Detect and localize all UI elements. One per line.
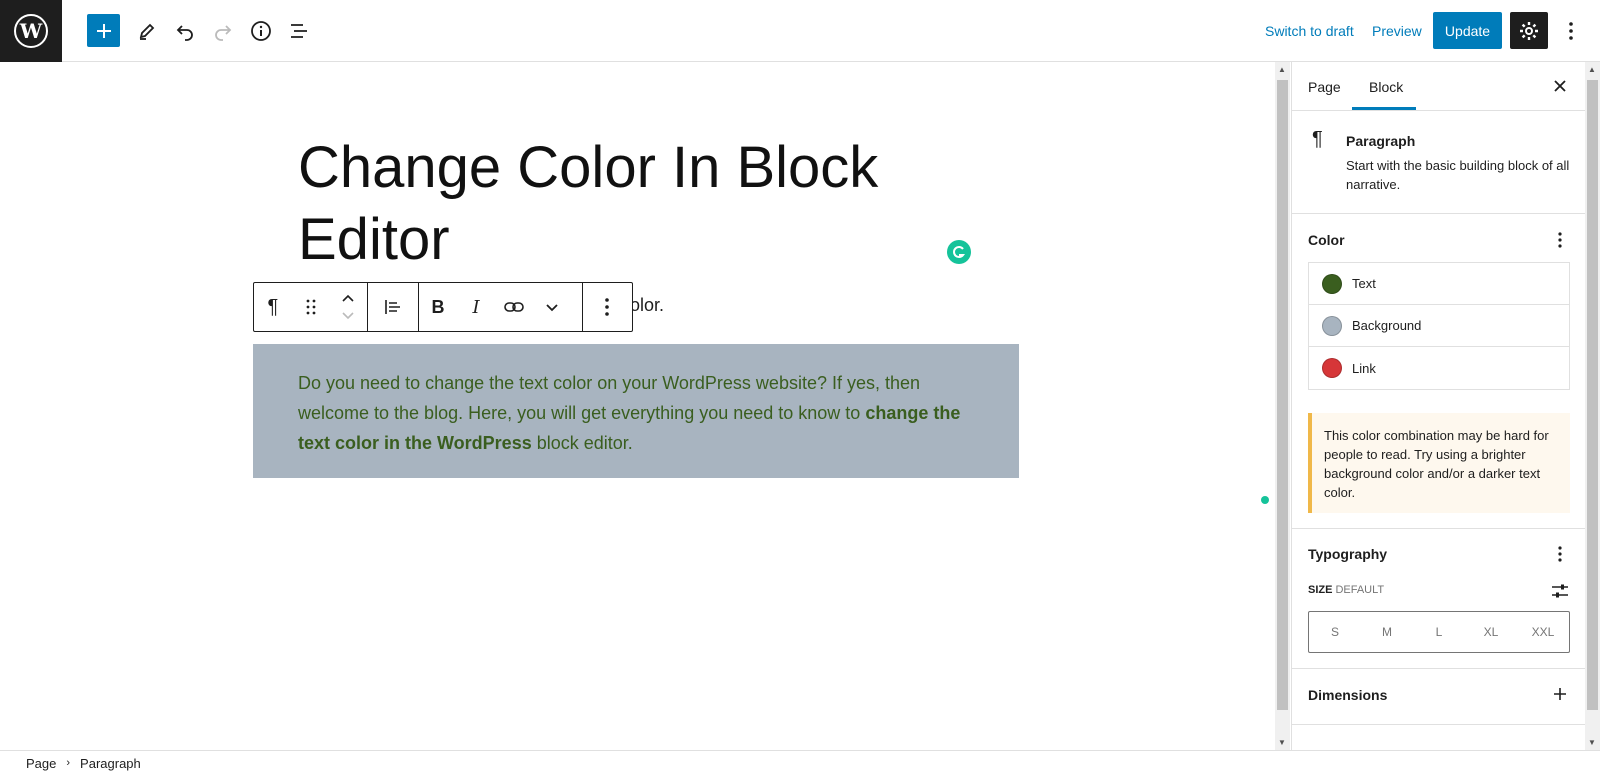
size-option-s[interactable]: S [1309,612,1361,652]
block-card-description: Start with the basic building block of a… [1346,158,1570,192]
paragraph-icon[interactable]: ¶ [254,283,292,331]
color-settings-list: Text Background Link [1308,262,1570,390]
color-item-text[interactable]: Text [1309,263,1569,305]
typography-panel-title: Typography [1308,546,1388,562]
text-color-swatch [1322,273,1342,294]
color-item-label: Background [1352,318,1422,333]
sidebar-scrollbar-thumb[interactable] [1587,80,1598,710]
undo-icon[interactable] [168,14,202,48]
redo-icon[interactable] [206,14,240,48]
svg-text:W: W [19,19,43,43]
drag-handle-icon[interactable] [292,283,330,331]
color-item-label: Link [1352,360,1376,376]
link-color-swatch [1322,358,1342,378]
post-title[interactable]: Change Color In Block Editor [298,132,918,276]
size-option-m[interactable]: M [1361,612,1413,652]
size-option-xl[interactable]: XL [1465,612,1517,652]
paragraph-block-icon: ¶ [1312,128,1323,150]
grammarly-status-dot [1261,496,1269,504]
typography-options-more-icon[interactable] [1548,542,1572,566]
paragraph-text[interactable]: Do you need to change the text color on … [298,368,968,458]
color-item-label: Text [1352,276,1376,291]
editor-canvas: Change Color In Block Editor olor. ¶ B I [0,62,1270,750]
details-info-icon[interactable] [244,14,278,48]
font-size-picker: S M L XL XXL [1308,611,1570,653]
size-option-l[interactable]: L [1413,612,1465,652]
background-color-swatch [1322,315,1342,336]
paragraph-text-part2: block editor. [531,433,633,453]
sidebar-scroll-up-arrow-icon[interactable]: ▲ [1588,65,1596,74]
block-toolbar-group-format: B I [419,283,583,331]
settings-gear-icon[interactable] [1510,12,1548,49]
switch-to-draft-link[interactable]: Switch to draft [1265,23,1354,39]
bold-icon[interactable]: B [419,283,457,331]
block-options-more-icon[interactable] [583,283,631,331]
color-item-background[interactable]: Background [1309,305,1569,347]
more-rich-text-chevron-down-icon[interactable] [533,283,571,331]
edit-tools-icon[interactable] [130,14,164,48]
block-toolbar-group-block: ¶ [254,283,368,331]
sidebar-scrollbar[interactable]: ▲ ▼ [1585,62,1600,750]
section-divider [1292,668,1585,669]
close-sidebar-icon[interactable] [1548,74,1572,98]
scroll-down-arrow-icon[interactable]: ▼ [1278,738,1286,747]
block-toolbar: ¶ B I [253,282,633,332]
editor-scrollbar[interactable]: ▲ ▼ [1275,62,1290,750]
block-toolbar-group-align [368,283,419,331]
font-size-label-text: SIZE [1308,584,1333,596]
previous-paragraph-fragment[interactable]: olor. [630,295,664,316]
block-card: ¶ Paragraph Start with the basic buildin… [1292,111,1585,214]
wordpress-logo-icon[interactable]: W [0,0,62,62]
color-panel-header: Color [1292,214,1585,264]
dimensions-panel-title: Dimensions [1308,687,1388,703]
move-up-down-icon[interactable] [329,283,367,331]
size-option-xxl[interactable]: XXL [1517,612,1569,652]
block-breadcrumb: Page › Paragraph [0,750,1600,775]
sidebar-scroll-down-arrow-icon[interactable]: ▼ [1588,738,1596,747]
block-toolbar-group-options [583,283,632,331]
sidebar-tabs: Page Block [1292,62,1585,111]
options-more-icon[interactable] [1560,14,1582,48]
scroll-up-arrow-icon[interactable]: ▲ [1278,65,1286,74]
italic-icon[interactable]: I [457,283,495,331]
align-left-icon[interactable] [368,283,418,331]
font-size-label: SIZE DEFAULT [1308,584,1384,596]
chevron-right-icon: › [66,757,71,769]
tab-block[interactable]: Block [1369,79,1403,95]
editor-scrollbar-thumb[interactable] [1277,80,1288,710]
grammarly-icon[interactable] [947,240,971,264]
breadcrumb-page[interactable]: Page [26,756,56,771]
font-size-value: DEFAULT [1335,584,1385,596]
selected-paragraph-block[interactable]: Do you need to change the text color on … [253,344,1019,478]
list-view-icon[interactable] [282,14,316,48]
active-tab-indicator [1352,107,1416,110]
link-icon[interactable] [495,283,533,331]
add-block-button[interactable] [87,14,120,47]
section-divider [1292,724,1585,725]
paragraph-text-part1: Do you need to change the text color on … [298,373,921,423]
color-panel-title: Color [1308,232,1345,248]
update-button[interactable]: Update [1433,12,1502,49]
contrast-warning-notice: This color combination may be hard for p… [1308,413,1570,513]
custom-size-settings-icon[interactable] [1548,579,1572,603]
block-card-title: Paragraph [1346,133,1416,149]
color-options-more-icon[interactable] [1548,228,1572,252]
settings-sidebar: Page Block ¶ Paragraph Start with the ba… [1291,62,1585,750]
tab-page[interactable]: Page [1308,79,1341,95]
top-toolbar: W Switch to draft Preview Update [0,0,1600,62]
section-divider [1292,528,1585,529]
preview-link[interactable]: Preview [1372,23,1422,39]
color-item-link[interactable]: Link [1309,347,1569,389]
breadcrumb-paragraph[interactable]: Paragraph [80,756,141,771]
add-dimensions-plus-icon[interactable] [1548,682,1572,706]
